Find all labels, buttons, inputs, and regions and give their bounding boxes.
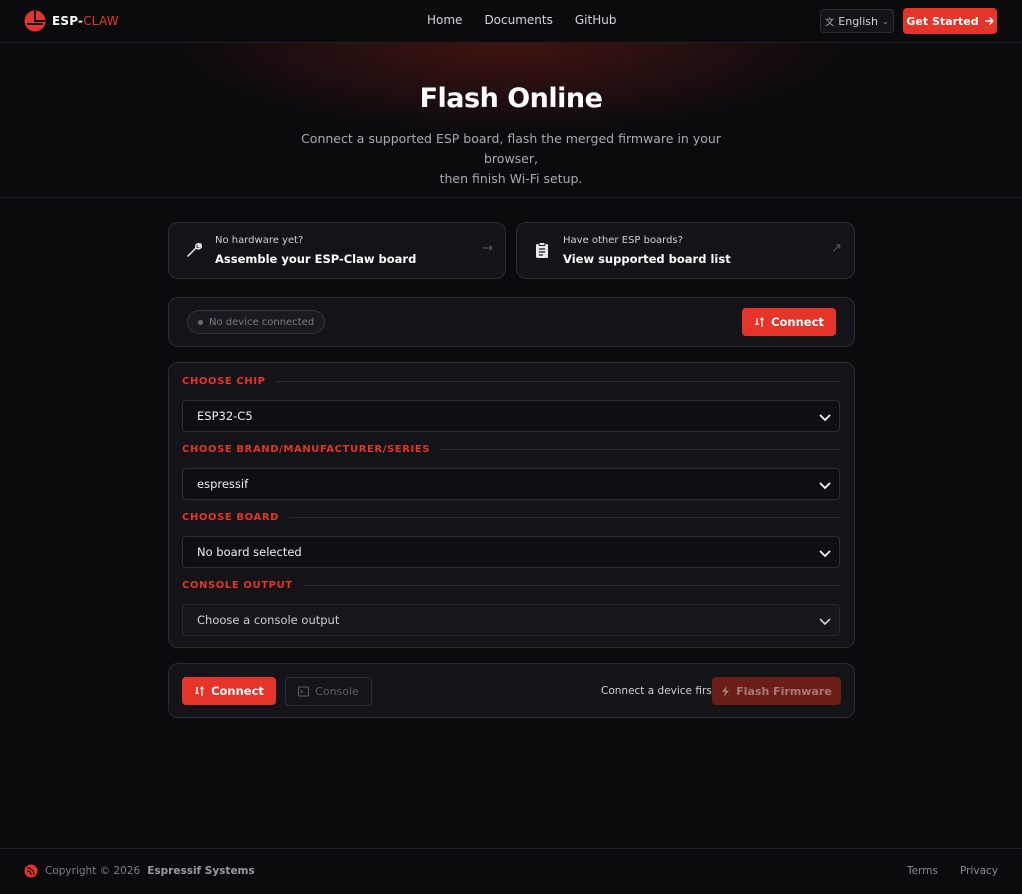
terminal-icon: [298, 686, 310, 697]
translate-icon: 文: [825, 17, 835, 28]
language-label: English: [838, 14, 879, 28]
nav-link-github[interactable]: GitHub: [575, 13, 617, 27]
copyright-text: Copyright © 2026: [45, 865, 141, 877]
terms-link[interactable]: Terms: [907, 865, 938, 877]
privacy-link[interactable]: Privacy: [960, 865, 998, 877]
top-nav: ESP-CLAW Home Documents GitHub 文 English…: [0, 0, 1022, 43]
external-link-icon: ↗: [831, 241, 842, 256]
get-started-button[interactable]: Get Started: [903, 8, 997, 34]
language-select[interactable]: 文 English ⌄: [820, 9, 894, 33]
espressif-logo-icon: [24, 864, 38, 878]
console-section-label: CONSOLE OUTPUT: [182, 580, 840, 591]
assemble-card-hint: No hardware yet?: [215, 235, 304, 246]
assemble-board-card[interactable]: No hardware yet? Assemble your ESP-Claw …: [168, 222, 506, 279]
device-status-text: No device connected: [209, 316, 315, 328]
usb-icon: [195, 685, 205, 696]
flash-hint: Connect a device first: [601, 685, 716, 697]
chip-select[interactable]: ESP32-C5: [182, 400, 840, 432]
console-output-select[interactable]: Choose a console output: [182, 604, 840, 636]
status-dot-icon: [198, 319, 203, 325]
logo-text: ESP-CLAW: [52, 14, 119, 28]
wrench-icon: [187, 243, 202, 257]
brand-section-label: CHOOSE BRAND/MANUFACTURER/SERIES: [182, 444, 840, 455]
usb-icon: [755, 316, 765, 327]
brand-label: CHOOSE BRAND/MANUFACTURER/SERIES: [182, 444, 431, 455]
brand-select-value: espressif: [197, 477, 249, 491]
nav-links: Home Documents GitHub: [427, 13, 616, 27]
connect-button-top[interactable]: Connect: [742, 308, 836, 336]
arrow-right-icon: [984, 17, 994, 25]
clipboard-icon: [536, 242, 548, 258]
footer: Copyright © 2026 Espressif Systems Terms…: [0, 848, 1022, 894]
console-label: CONSOLE OUTPUT: [182, 580, 293, 591]
flash-firmware-button[interactable]: Flash Firmware: [712, 677, 841, 705]
console-label: Console: [315, 685, 359, 698]
subtitle-line-1: Connect a supported ESP board, flash the…: [301, 131, 721, 166]
connect-button[interactable]: Connect: [182, 677, 276, 705]
footer-links: Terms Privacy: [907, 865, 998, 877]
board-list-title: View supported board list: [563, 252, 731, 266]
brand-select[interactable]: espressif: [182, 468, 840, 500]
copyright: Copyright © 2026 Espressif Systems: [24, 864, 255, 878]
nav-link-documents[interactable]: Documents: [484, 13, 552, 27]
nav-link-home[interactable]: Home: [427, 13, 462, 27]
assemble-card-title: Assemble your ESP-Claw board: [215, 252, 417, 266]
logo[interactable]: ESP-CLAW: [24, 9, 119, 33]
board-list-hint: Have other ESP boards?: [563, 235, 683, 246]
chip-section-label: CHOOSE CHIP: [182, 376, 840, 387]
board-label: CHOOSE BOARD: [182, 512, 280, 523]
divider: [302, 585, 840, 586]
arrow-right-icon: →: [482, 241, 493, 256]
chevron-down-icon: ⌄: [882, 16, 889, 26]
action-bar: Connect Console Connect a device first F…: [168, 663, 855, 718]
connect-label: Connect: [211, 684, 264, 698]
connect-label-top: Connect: [771, 315, 824, 329]
logo-primary: ESP-: [52, 14, 84, 28]
divider: [289, 517, 840, 518]
page-subtitle: Connect a supported ESP board, flash the…: [281, 129, 741, 189]
board-select[interactable]: No board selected: [182, 536, 840, 568]
divider: [275, 381, 840, 382]
divider: [440, 449, 840, 450]
subtitle-line-2: then finish Wi-Fi setup.: [439, 171, 583, 186]
device-status-card: No device connected Connect: [168, 297, 855, 347]
company-name: Espressif Systems: [147, 865, 255, 877]
firmware-form: CHOOSE CHIP ESP32-C5 CHOOSE BRAND/MANUFA…: [168, 362, 855, 648]
chip-label: CHOOSE CHIP: [182, 376, 266, 387]
lightning-icon: [722, 685, 730, 697]
chevron-down-icon: [819, 550, 831, 558]
chip-select-value: ESP32-C5: [197, 409, 253, 423]
get-started-label: Get Started: [906, 14, 979, 28]
board-select-value: No board selected: [197, 545, 302, 559]
page-title: Flash Online: [419, 83, 603, 114]
chevron-down-icon: [819, 482, 831, 490]
logo-icon: [24, 10, 46, 32]
chevron-down-icon: [819, 618, 831, 626]
hero: Flash Online Connect a supported ESP boa…: [0, 43, 1022, 198]
console-button[interactable]: Console: [285, 677, 372, 706]
chevron-down-icon: [819, 414, 831, 422]
board-section-label: CHOOSE BOARD: [182, 512, 840, 523]
flash-firmware-label: Flash Firmware: [736, 684, 832, 698]
device-status-badge: No device connected: [187, 310, 326, 334]
console-select-value: Choose a console output: [197, 613, 340, 627]
board-list-card[interactable]: Have other ESP boards? View supported bo…: [516, 222, 855, 279]
logo-accent: CLAW: [83, 14, 119, 28]
